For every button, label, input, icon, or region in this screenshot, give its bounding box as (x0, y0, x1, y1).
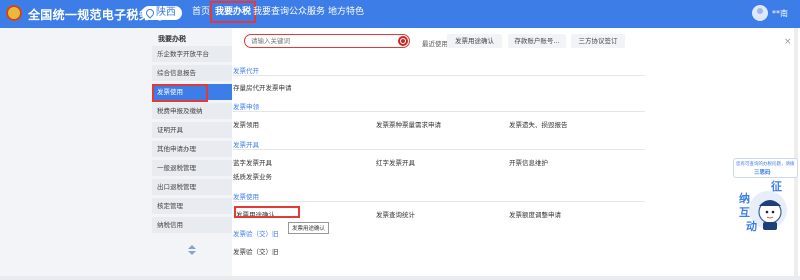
region-selector[interactable]: 陕西 (142, 6, 182, 20)
mascot-char-hu: 互 (739, 206, 750, 219)
tooltip: 发票用途确认 (288, 222, 330, 234)
nav-public-service[interactable]: 公众服务 (289, 0, 325, 28)
link-invoice-quota-demand[interactable]: 发票票种票量需求申请 (376, 119, 441, 129)
nav-tax-handling[interactable]: 我要办税 (210, 1, 257, 23)
link-invoice-collect[interactable]: 发票领用 (233, 119, 259, 129)
main-panel: 最近使用: 发票用途确认 存款账户账号... 三方协议签订 × 发票代开 存量房… (232, 28, 800, 276)
assistant-bubble-text: 您有可查询的办税问题，请拨 (736, 162, 795, 167)
link-invoice-return[interactable]: 发票验（交）旧 (233, 246, 279, 256)
link-red-invoice[interactable]: 红字发票开具 (376, 157, 415, 167)
link-invoice-quota-adjust[interactable]: 发票额度调整申请 (509, 209, 561, 219)
section-title-invoice-issue: 发票开具 (233, 141, 259, 149)
location-pin-icon (144, 7, 156, 19)
link-invoice-info-maintain[interactable]: 开票信息维护 (509, 157, 548, 167)
recent-chip-tripartite-agreement[interactable]: 三方协议签订 (571, 34, 625, 48)
sidebar-heading: 我要办税 (158, 35, 186, 43)
search-box (244, 34, 410, 48)
recent-label: 最近使用: (422, 40, 451, 48)
sidebar-item-other-application[interactable]: 其他申请办理 (152, 141, 232, 157)
region-label: 陕西 (156, 7, 176, 18)
section-title-invoice-usage: 发票使用 (233, 193, 259, 201)
sidebar-item-open-platform[interactable]: 乐企数字开放平台 (152, 46, 232, 62)
sidebar-item-certificate[interactable]: 证明开具 (152, 122, 232, 138)
section-title-invoice-agency: 发票代开 (233, 67, 259, 75)
nav-query[interactable]: 我要查询 (253, 0, 289, 28)
link-blue-invoice[interactable]: 蓝字发票开具 (233, 157, 272, 167)
recent-chip-bank-account[interactable]: 存款账户账号... (508, 34, 566, 48)
assistant-bubble[interactable]: 您有可查询的办税问题，请拨 三思码 (733, 158, 798, 178)
sidebar-item-general-refund[interactable]: 一般退税管理 (152, 160, 232, 176)
mascot-char-na: 纳 (739, 191, 750, 205)
recent-chip-invoice-purpose[interactable]: 发票用途确认 (447, 34, 502, 48)
tax-bureau-emblem-icon (6, 5, 22, 21)
link-paper-invoice[interactable]: 纸质发票业务 (233, 171, 272, 181)
mascot-char-zheng: 征 (771, 180, 782, 193)
sidebar-item-tax-declaration[interactable]: 税费申报及缴纳 (152, 103, 232, 119)
sidebar-item-info-report[interactable]: 综合信息报告 (152, 65, 232, 81)
mascot-char-dong: 动 (746, 219, 757, 232)
search-icon[interactable] (398, 36, 408, 46)
highlight-box-sidebar (152, 84, 208, 102)
bottom-border (0, 276, 800, 280)
user-name[interactable]: **南 (772, 8, 788, 19)
section-divider (233, 111, 645, 112)
highlight-box-link (234, 206, 300, 218)
close-icon[interactable]: × (784, 37, 792, 47)
scroll-down-icon[interactable] (188, 251, 196, 255)
section-title-invoice-apply: 发票申领 (233, 103, 259, 111)
scrollbar[interactable] (794, 28, 798, 276)
sidebar-menu: 我要办税 乐企数字开放平台 综合信息报告 发票使用 税费申报及缴纳 证明开具 其… (152, 28, 232, 280)
assistant-bubble-link[interactable]: 三思码 (754, 168, 771, 176)
sidebar-item-verification[interactable]: 核定管理 (152, 198, 232, 214)
sidebar-item-export-refund[interactable]: 出口退税管理 (152, 179, 232, 195)
scroll-up-icon[interactable] (188, 245, 196, 249)
nav-local-features[interactable]: 地方特色 (328, 0, 364, 28)
user-avatar[interactable] (752, 5, 768, 21)
section-divider (233, 149, 645, 150)
link-invoice-loss-report[interactable]: 发票遗失、损毁报告 (509, 119, 568, 129)
assistant-mascot-icon[interactable]: 征 纳 互 动 (738, 180, 790, 232)
section-divider (233, 201, 645, 202)
section-title-invoice-return: 发票验（交）旧 (233, 230, 279, 238)
section-divider (233, 75, 645, 76)
search-input[interactable] (251, 35, 391, 47)
sidebar-scroll-arrows[interactable] (188, 245, 196, 255)
link-invoice-query-stats[interactable]: 发票查询统计 (376, 209, 415, 219)
nav-home[interactable]: 首页 (192, 0, 210, 28)
link-existing-house-invoice[interactable]: 存量房代开发票申请 (233, 82, 292, 92)
sidebar-item-credit[interactable]: 纳税信用 (152, 217, 232, 233)
top-navigation-bar: 全国统一规范电子税务局 陕西 首页 我要办税 我要查询 公众服务 地方特色 **… (0, 0, 800, 28)
